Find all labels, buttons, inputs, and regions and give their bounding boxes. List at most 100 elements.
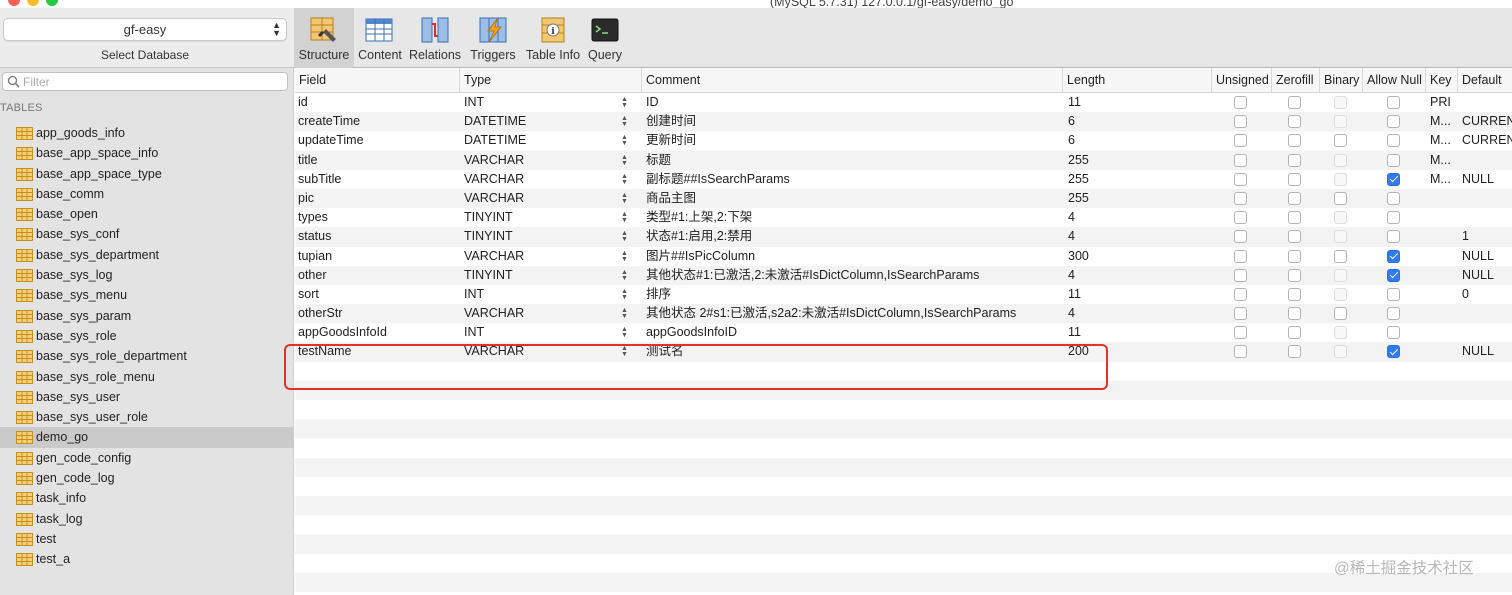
key-cell[interactable]: M... <box>1427 112 1457 131</box>
binary-checkbox[interactable] <box>1334 172 1347 186</box>
field-cell[interactable]: updateTime <box>295 131 460 150</box>
column-header-key[interactable]: Key <box>1426 68 1458 93</box>
allow-null-checkbox[interactable] <box>1387 287 1400 301</box>
type-stepper-icon[interactable]: ▲ ▼ <box>621 230 628 243</box>
type-cell[interactable]: TINYINT ▲ ▼ <box>461 208 641 227</box>
unsigned-checkbox[interactable] <box>1234 249 1247 263</box>
comment-cell[interactable]: 图片##IsPicColumn <box>643 247 1062 266</box>
key-cell[interactable] <box>1427 342 1457 361</box>
default-cell[interactable]: CURRENT <box>1459 112 1512 131</box>
zerofill-checkbox[interactable] <box>1288 211 1301 225</box>
comment-cell[interactable]: 标题 <box>643 151 1062 170</box>
tab-content[interactable]: Content <box>354 8 406 68</box>
database-select[interactable]: gf-easy ▲ ▼ <box>3 18 287 41</box>
key-cell[interactable]: M... <box>1427 131 1457 150</box>
binary-checkbox[interactable] <box>1334 96 1347 109</box>
sidebar-table-item[interactable]: base_open <box>0 204 294 224</box>
tab-table-info[interactable]: i Table Info <box>522 8 584 68</box>
comment-cell[interactable]: 副标题##IsSearchParams <box>643 170 1062 189</box>
binary-checkbox[interactable] <box>1334 230 1347 244</box>
default-cell[interactable] <box>1459 323 1512 342</box>
type-cell[interactable]: DATETIME ▲ ▼ <box>461 112 641 131</box>
allow-null-checkbox[interactable] <box>1387 96 1400 109</box>
zoom-window-button[interactable] <box>46 0 58 6</box>
key-cell[interactable]: PRI <box>1427 93 1457 112</box>
zerofill-checkbox[interactable] <box>1288 115 1301 129</box>
type-stepper-icon[interactable]: ▲ ▼ <box>621 211 628 224</box>
tab-structure[interactable]: Structure <box>294 8 354 68</box>
type-cell[interactable]: INT ▲ ▼ <box>461 323 641 342</box>
default-cell[interactable]: NULL <box>1459 170 1512 189</box>
table-row[interactable]: other TINYINT ▲ ▼ 其他状态#1:已激活,2:未激活#IsDictCol… <box>295 265 1512 285</box>
zerofill-checkbox[interactable] <box>1288 345 1301 359</box>
zerofill-checkbox[interactable] <box>1288 287 1301 301</box>
comment-cell[interactable]: 排序 <box>643 285 1062 304</box>
table-row[interactable]: createTime DATETIME ▲▼ 创建时间6 M...CURRENT <box>295 112 1512 132</box>
allow-null-checkbox[interactable] <box>1387 249 1400 263</box>
type-cell[interactable]: VARCHAR ▲ ▼ <box>461 151 641 170</box>
unsigned-checkbox[interactable] <box>1234 96 1247 109</box>
field-cell[interactable]: title <box>295 151 460 170</box>
default-cell[interactable] <box>1459 208 1512 227</box>
sidebar-table-item[interactable]: app_goods_info <box>0 123 294 143</box>
length-cell[interactable]: 200 <box>1065 342 1211 361</box>
type-stepper-icon[interactable]: ▲ ▼ <box>621 288 628 301</box>
column-header-binary[interactable]: Binary <box>1320 68 1363 93</box>
type-cell[interactable]: DATETIME ▲ ▼ <box>461 131 641 150</box>
sidebar-table-item[interactable]: task_info <box>0 488 294 508</box>
sidebar-table-item[interactable]: base_sys_user <box>0 387 294 407</box>
binary-checkbox[interactable] <box>1334 268 1347 282</box>
comment-cell[interactable]: 商品主图 <box>643 189 1062 208</box>
allow-null-checkbox[interactable] <box>1387 211 1400 225</box>
type-cell[interactable]: INT ▲ ▼ <box>461 285 641 304</box>
sidebar-table-item[interactable]: gen_code_log <box>0 468 294 488</box>
field-cell[interactable]: createTime <box>295 112 460 131</box>
key-cell[interactable] <box>1427 285 1457 304</box>
type-cell[interactable]: VARCHAR ▲ ▼ <box>461 304 641 323</box>
binary-checkbox[interactable] <box>1334 307 1347 321</box>
sidebar-table-item[interactable]: base_sys_role_menu <box>0 367 294 387</box>
default-cell[interactable]: 0 <box>1459 285 1512 304</box>
unsigned-checkbox[interactable] <box>1234 115 1247 129</box>
table-row[interactable]: id INT ▲ ▼ ID 11 PRI <box>295 93 1512 112</box>
sidebar-table-item[interactable]: base_sys_menu <box>0 285 294 305</box>
zerofill-checkbox[interactable] <box>1288 191 1301 205</box>
type-cell[interactable]: TINYINT ▲ ▼ <box>461 227 641 246</box>
key-cell[interactable] <box>1427 304 1457 323</box>
sidebar-table-item[interactable]: task_log <box>0 509 294 529</box>
sidebar-table-item[interactable]: base_sys_param <box>0 306 294 326</box>
sidebar-table-item[interactable]: base_sys_role <box>0 326 294 346</box>
column-header-comment[interactable]: Comment <box>642 68 1063 93</box>
key-cell[interactable] <box>1427 266 1457 285</box>
key-cell[interactable] <box>1427 208 1457 227</box>
column-header-type[interactable]: Type <box>460 68 642 93</box>
key-cell[interactable]: M... <box>1427 151 1457 170</box>
field-cell[interactable]: other <box>295 266 460 285</box>
length-cell[interactable]: 4 <box>1065 208 1211 227</box>
comment-cell[interactable]: 其他状态#1:已激活,2:未激活#IsDictColumn,IsSearchPa… <box>643 266 1062 285</box>
sidebar-table-item[interactable]: base_sys_role_department <box>0 346 294 366</box>
field-cell[interactable]: pic <box>295 189 460 208</box>
type-cell[interactable]: INT ▲ ▼ <box>461 93 641 112</box>
default-cell[interactable] <box>1459 189 1512 208</box>
comment-cell[interactable]: 其他状态 2#s1:已激活,s2a2:未激活#IsDictColumn,IsSe… <box>643 304 1062 323</box>
column-header-length[interactable]: Length <box>1063 68 1212 93</box>
length-cell[interactable]: 4 <box>1065 304 1211 323</box>
length-cell[interactable]: 11 <box>1065 285 1211 304</box>
default-cell[interactable]: CURRENT <box>1459 131 1512 150</box>
type-stepper-icon[interactable]: ▲ ▼ <box>621 326 628 339</box>
allow-null-checkbox[interactable] <box>1387 153 1400 167</box>
allow-null-checkbox[interactable] <box>1387 115 1400 129</box>
field-cell[interactable]: sort <box>295 285 460 304</box>
binary-checkbox[interactable] <box>1334 249 1347 263</box>
zerofill-checkbox[interactable] <box>1288 172 1301 186</box>
comment-cell[interactable]: 创建时间 <box>643 112 1062 131</box>
allow-null-checkbox[interactable] <box>1387 172 1400 186</box>
allow-null-checkbox[interactable] <box>1387 230 1400 244</box>
sidebar-table-item[interactable]: base_app_space_type <box>0 164 294 184</box>
comment-cell[interactable]: appGoodsInfoID <box>643 323 1062 342</box>
binary-checkbox[interactable] <box>1334 115 1347 129</box>
type-stepper-icon[interactable]: ▲ ▼ <box>621 154 628 167</box>
type-stepper-icon[interactable]: ▲ ▼ <box>621 345 628 358</box>
tab-triggers[interactable]: Triggers <box>464 8 522 68</box>
